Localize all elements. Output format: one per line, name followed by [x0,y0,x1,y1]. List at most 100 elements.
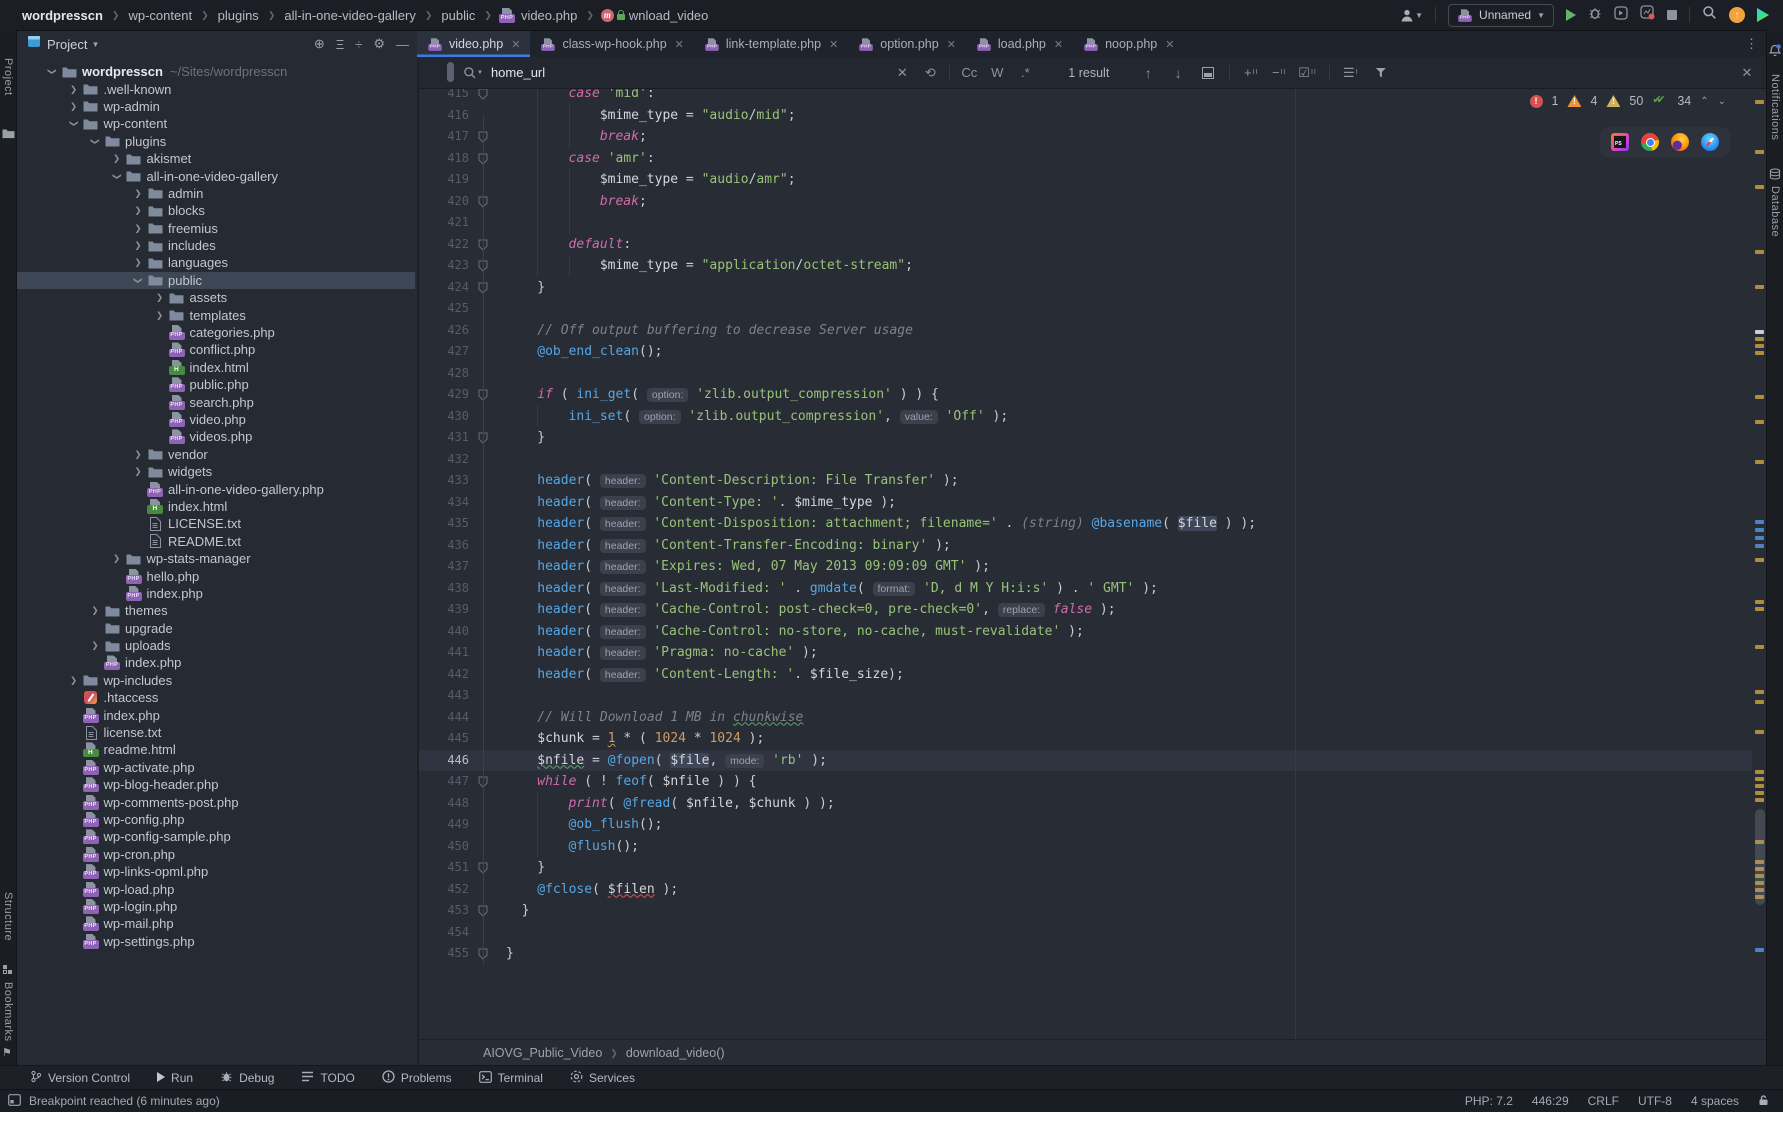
tree-item-readme.html[interactable]: Hreadme.html [17,741,415,758]
tool-button-run[interactable]: Run [157,1071,193,1085]
run-with-coverage-button[interactable] [1614,6,1628,25]
code-line[interactable]: 425 [419,298,1752,320]
debug-button[interactable] [1588,6,1602,25]
toolwindow-layout-icon[interactable] [8,1094,21,1109]
line-number[interactable]: 424 [419,277,469,299]
code-line[interactable]: 455} [419,943,1752,965]
project-stripe-icon[interactable] [2,126,15,144]
tool-button-database[interactable]: Database [1769,186,1781,237]
regex-toggle[interactable]: .* [1016,65,1034,80]
stripe-mark[interactable] [1755,791,1764,795]
stripe-mark[interactable] [1755,395,1764,399]
stripe-mark[interactable] [1755,520,1764,524]
chevron-right-icon[interactable]: ❯ [131,223,145,234]
code-line[interactable]: 444// Will Download 1 MB in chunkwise [419,707,1752,729]
next-occurrence-icon[interactable]: ↓ [1169,65,1187,81]
tab-class-wp-hook.php[interactable]: PHPclass-wp-hook.php✕ [530,31,693,57]
chevron-down-icon[interactable]: ▼ [91,40,99,49]
code-line[interactable]: 422default: [419,234,1752,256]
close-tab-icon[interactable]: ✕ [511,38,520,51]
tree-item-wp-settings.php[interactable]: PHPwp-settings.php [17,933,415,950]
tree-item-license.txt[interactable]: license.txt [17,724,415,741]
code-line[interactable]: 438header( header: 'Last-Modified: ' . g… [419,578,1752,600]
tree-item-wp-login.php[interactable]: PHPwp-login.php [17,898,415,915]
tree-item-conflict.php[interactable]: PHPconflict.php [17,341,415,358]
tree-item-wp-mail.php[interactable]: PHPwp-mail.php [17,915,415,932]
line-number[interactable]: 440 [419,621,469,643]
tree-item-hello.php[interactable]: PHPhello.php [17,567,415,584]
line-number[interactable]: 447 [419,771,469,793]
code-line[interactable]: 435header( header: 'Content-Disposition:… [419,513,1752,535]
tree-item-index.html[interactable]: Hindex.html [17,498,415,515]
code-line[interactable]: 427@ob_end_clean(); [419,341,1752,363]
code-line[interactable]: 423$mime_type = "application/octet-strea… [419,255,1752,277]
structure-stripe-icon[interactable] [2,962,13,980]
tool-button-todo[interactable]: TODO [301,1071,354,1085]
chevron-right-icon[interactable]: ❯ [131,257,145,268]
line-number[interactable]: 455 [419,943,469,965]
tool-button-debug[interactable]: Debug [220,1070,274,1086]
clear-search-icon[interactable]: ✕ [893,65,911,81]
code-line[interactable]: 446$nfile = @fopen( $file, mode: 'rb' ); [419,750,1752,772]
breadcrumb-item[interactable]: public [439,8,477,23]
prev-problem-icon[interactable]: ⌃ [1700,96,1708,107]
filter-lines-icon[interactable]: ☰I [1342,65,1360,81]
line-number[interactable]: 451 [419,857,469,879]
stripe-mark[interactable] [1755,784,1764,788]
chevron-down-icon[interactable]: ❯ [90,134,101,148]
code-line[interactable]: 417break; [419,126,1752,148]
tree-item-uploads[interactable]: ❯uploads [17,637,415,654]
tree-item-wp-config-sample.php[interactable]: PHPwp-config-sample.php [17,828,415,845]
chevron-down-icon[interactable]: ❯ [133,273,144,287]
panel-settings-gear-icon[interactable]: ⚙ [373,36,385,52]
close-tab-icon[interactable]: ✕ [1054,38,1063,51]
line-number[interactable]: 417 [419,126,469,148]
tree-item-wordpresscn[interactable]: ❯wordpresscn~/Sites/wordpresscn [17,63,415,80]
code-line[interactable]: 421 [419,212,1752,234]
line-number[interactable]: 437 [419,556,469,578]
tool-button-version-control[interactable]: Version Control [30,1070,130,1086]
stripe-mark[interactable] [1755,150,1764,154]
breadcrumb-item[interactable]: plugins [216,8,261,23]
tree-item-.well-known[interactable]: ❯.well-known [17,80,415,97]
line-number[interactable]: 429 [419,384,469,406]
chrome-browser-icon[interactable] [1641,133,1659,151]
stripe-mark[interactable] [1755,536,1764,540]
chevron-right-icon[interactable]: ❯ [67,101,81,112]
line-number[interactable]: 431 [419,427,469,449]
tree-item-languages[interactable]: ❯languages [17,254,415,271]
line-number[interactable]: 438 [419,578,469,600]
code-line[interactable]: 419$mime_type = "audio/amr"; [419,169,1752,191]
line-number[interactable]: 435 [419,513,469,535]
collapse-all-icon[interactable]: ÷ [355,37,362,52]
tree-item-upgrade[interactable]: upgrade [17,620,415,637]
tree-item-index.php[interactable]: PHPindex.php [17,585,415,602]
tree-item-wp-admin[interactable]: ❯wp-admin [17,98,415,115]
search-input[interactable]: home_url [491,65,545,80]
line-number[interactable]: 420 [419,191,469,213]
code-line[interactable]: 429if ( ini_get( option: 'zlib.output_co… [419,384,1752,406]
search-everywhere-icon[interactable] [1702,5,1717,25]
stripe-mark[interactable] [1755,250,1764,254]
status-segment[interactable]: CRLF [1588,1094,1619,1108]
code-line[interactable]: 452@fclose( $filen ); [419,879,1752,901]
chevron-right-icon[interactable]: ❯ [110,553,124,564]
chevron-right-icon[interactable]: ❯ [110,153,124,164]
tree-item-wp-links-opml.php[interactable]: PHPwp-links-opml.php [17,863,415,880]
tree-item-plugins[interactable]: ❯plugins [17,133,415,150]
breadcrumb-item[interactable]: wordpresscn [20,8,105,23]
code-line[interactable]: 448print( @fread( $nfile, $chunk ) ); [419,793,1752,815]
update-available-icon[interactable]: ↑ [1729,7,1745,23]
status-segment[interactable]: UTF-8 [1638,1094,1672,1108]
tree-item-index.php[interactable]: PHPindex.php [17,654,415,671]
breadcrumb-item[interactable]: PHPvideo.php [499,8,579,23]
run-button[interactable] [1566,9,1576,21]
line-number[interactable]: 416 [419,105,469,127]
stripe-mark[interactable] [1755,460,1764,464]
tab-noop.php[interactable]: PHPnoop.php✕ [1073,31,1184,57]
line-number[interactable]: 441 [419,642,469,664]
code-line[interactable]: 430ini_set( option: 'zlib.output_compres… [419,406,1752,428]
line-number[interactable]: 432 [419,449,469,471]
tree-item-wp-activate.php[interactable]: PHPwp-activate.php [17,759,415,776]
tree-item-public.php[interactable]: PHPpublic.php [17,376,415,393]
